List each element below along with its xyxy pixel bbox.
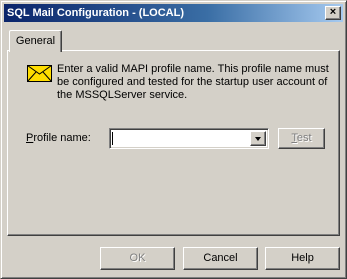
window-title: SQL Mail Configuration - (LOCAL)	[7, 7, 184, 19]
dialog-window: SQL Mail Configuration - (LOCAL) × Gener…	[0, 0, 347, 279]
ok-button[interactable]: OK	[100, 247, 175, 270]
close-icon: ×	[329, 6, 337, 18]
cancel-button[interactable]: Cancel	[183, 247, 258, 270]
tab-panel-general	[7, 50, 340, 236]
help-button[interactable]: Help	[265, 247, 340, 270]
tab-general-label: General	[15, 35, 56, 47]
close-button[interactable]: ×	[325, 6, 341, 20]
title-bar[interactable]: SQL Mail Configuration - (LOCAL) ×	[4, 4, 343, 22]
tab-general[interactable]: General	[9, 30, 62, 52]
